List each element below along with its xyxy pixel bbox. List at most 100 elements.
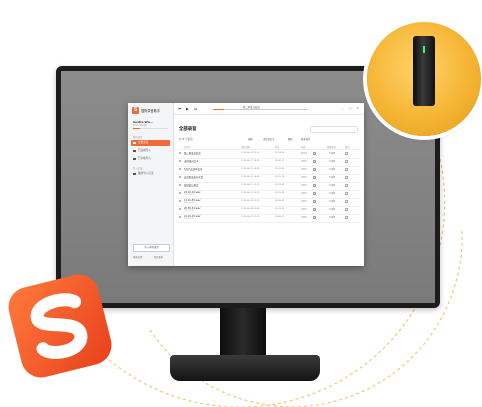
row-checkbox[interactable] — [179, 208, 182, 211]
recording-duration: 00:25:18 — [275, 176, 285, 179]
edit-button[interactable]: 编辑 — [248, 137, 253, 141]
promo-scene: S 搜狗录音助手 Vestia Wu... 3.41 / 20 GB 我的录音 … — [0, 0, 482, 407]
monitor-stand-base — [170, 355, 320, 381]
recording-status: 未转写 — [301, 193, 308, 196]
edit-status: 未编辑 — [329, 185, 336, 188]
recording-count: 共 8 个录音 — [179, 138, 193, 141]
recording-date: 2019.06.10 23:10 — [241, 192, 260, 195]
more-icon[interactable] — [345, 159, 348, 163]
import-local-button[interactable]: 导入本地录音 — [133, 244, 170, 252]
playback-progress[interactable] — [213, 109, 308, 110]
edit-status: 未编辑 — [329, 193, 336, 196]
sidebar-item-label: 全部录音 — [138, 141, 149, 144]
device-led — [423, 46, 425, 53]
more-actions-button[interactable]: 更多操作 — [301, 137, 310, 141]
recording-name: 21-10-15.wav — [184, 214, 201, 218]
more-icon[interactable] — [345, 167, 348, 171]
recording-status: 转写中 — [301, 153, 308, 156]
storage-bar — [133, 128, 168, 129]
transcript-icon[interactable] — [313, 207, 316, 211]
recording-subtitle: 2019.06.14 — [184, 178, 195, 181]
check-icon — [133, 149, 136, 153]
edit-status: 未编辑 — [329, 209, 336, 212]
recording-duration: 00:12:05 — [275, 192, 285, 195]
section-my-recordings: 我的录音 — [133, 136, 143, 139]
row-checkbox[interactable] — [179, 176, 182, 179]
recording-subtitle: 2019.06.08 — [184, 210, 195, 213]
prev-icon[interactable]: ⏮ — [178, 107, 181, 111]
monitor-stand-neck — [220, 308, 266, 360]
playback-progress-fill — [213, 109, 225, 110]
recording-status: 未转写 — [301, 217, 308, 220]
app-window: S 搜狗录音助手 Vestia Wu... 3.41 / 20 GB 我的录音 … — [128, 103, 364, 266]
recording-date: 2019.06.12 11:10 — [241, 184, 260, 187]
row-checkbox[interactable] — [179, 216, 182, 219]
folder-icon — [133, 141, 136, 145]
table-row[interactable]: 21-10-15.wav 2019.06.07 2019.06.07 21:10 00… — [179, 214, 360, 223]
row-checkbox[interactable] — [179, 200, 182, 203]
transcript-icon[interactable] — [313, 167, 316, 171]
row-checkbox[interactable] — [179, 160, 182, 163]
recording-date: 2019.06.18 10:32 — [241, 152, 260, 155]
check-update-link[interactable]: 检查更新 — [154, 255, 163, 259]
sidebar-item-completed[interactable]: 已完成导入 — [131, 148, 170, 154]
transcript-icon[interactable] — [313, 159, 316, 163]
transcript-icon[interactable] — [313, 183, 316, 187]
recording-date: 2019.06.17 14:20 — [241, 160, 260, 163]
transcribe-button[interactable]: 语音转文字 — [263, 137, 275, 141]
edit-status: 未编辑 — [329, 217, 336, 220]
recording-name: 12-10-55.wav — [184, 198, 201, 202]
help-feedback-link[interactable]: 帮助反馈 — [133, 255, 142, 259]
transcript-icon[interactable] — [313, 151, 316, 155]
delete-button[interactable]: 删除 — [288, 137, 293, 141]
sidebar-item-all[interactable]: 全部录音 — [131, 140, 170, 146]
more-icon[interactable] — [345, 183, 348, 187]
more-icon[interactable] — [345, 175, 348, 179]
transcript-icon[interactable] — [313, 191, 316, 195]
edit-status: 未编辑 — [329, 201, 336, 204]
recording-status: 已转写 — [301, 185, 308, 188]
sogou-logo-icon — [8, 274, 112, 378]
transcript-icon[interactable] — [313, 215, 316, 219]
recording-duration: 00:06:22 — [275, 216, 285, 219]
sidebar-item-label: 已平板导入 — [138, 157, 151, 160]
recording-date: 2019.06.14 16:45 — [241, 176, 260, 179]
recording-status: 已转写 — [301, 161, 308, 164]
recording-duration: 00:40:11 — [275, 160, 285, 163]
row-checkbox[interactable] — [179, 184, 182, 187]
edit-status: 未编辑 — [329, 169, 336, 172]
recording-status: 未转写 — [301, 209, 308, 212]
recording-date: 2019.06.08 20:50 — [241, 208, 260, 211]
section-import-records: 导入记录 — [133, 167, 143, 170]
row-checkbox[interactable] — [179, 152, 182, 155]
recording-date: 2019.06.07 21:10 — [241, 216, 260, 219]
more-icon[interactable] — [345, 207, 348, 211]
recording-subtitle: 2019.06.12 — [184, 186, 195, 189]
recording-subtitle: 2019.06.09 — [184, 202, 195, 205]
more-icon[interactable] — [345, 199, 348, 203]
sidebar: S 搜狗录音助手 Vestia Wu... 3.41 / 20 GB 我的录音 … — [128, 103, 174, 266]
sidebar-item-tablet[interactable]: 已平板导入 — [131, 156, 170, 162]
more-icon[interactable] — [345, 191, 348, 195]
more-icon[interactable] — [345, 215, 348, 219]
column-header: 文件名 — [184, 145, 191, 149]
more-icon[interactable] — [345, 151, 348, 155]
row-checkbox[interactable] — [179, 168, 182, 171]
next-icon[interactable]: ⏭ — [194, 107, 197, 111]
transcript-icon[interactable] — [313, 175, 316, 179]
column-header: 操作 — [345, 145, 350, 149]
sidebar-item-label: 我的导入记录 — [138, 172, 154, 175]
sidebar-item-import-history[interactable]: 我的导入记录 — [131, 171, 170, 177]
row-checkbox[interactable] — [179, 192, 182, 195]
recording-name: 20-50-34.wav — [184, 206, 201, 210]
transcript-icon[interactable] — [313, 199, 316, 203]
recording-name: 23-10-10.wav — [184, 190, 201, 194]
sidebar-item-label: 已完成导入 — [138, 149, 151, 152]
play-icon[interactable]: ▶ — [186, 107, 189, 111]
window-controls[interactable]: — ▢ ✕ — [341, 106, 361, 110]
recording-duration: 01:03:20 — [275, 152, 285, 155]
recording-status: 已转写 — [301, 177, 308, 180]
recording-date: 2019.06.15 09:05 — [241, 168, 260, 171]
app-logo-icon: S — [132, 107, 139, 114]
search-input[interactable] — [310, 126, 358, 133]
